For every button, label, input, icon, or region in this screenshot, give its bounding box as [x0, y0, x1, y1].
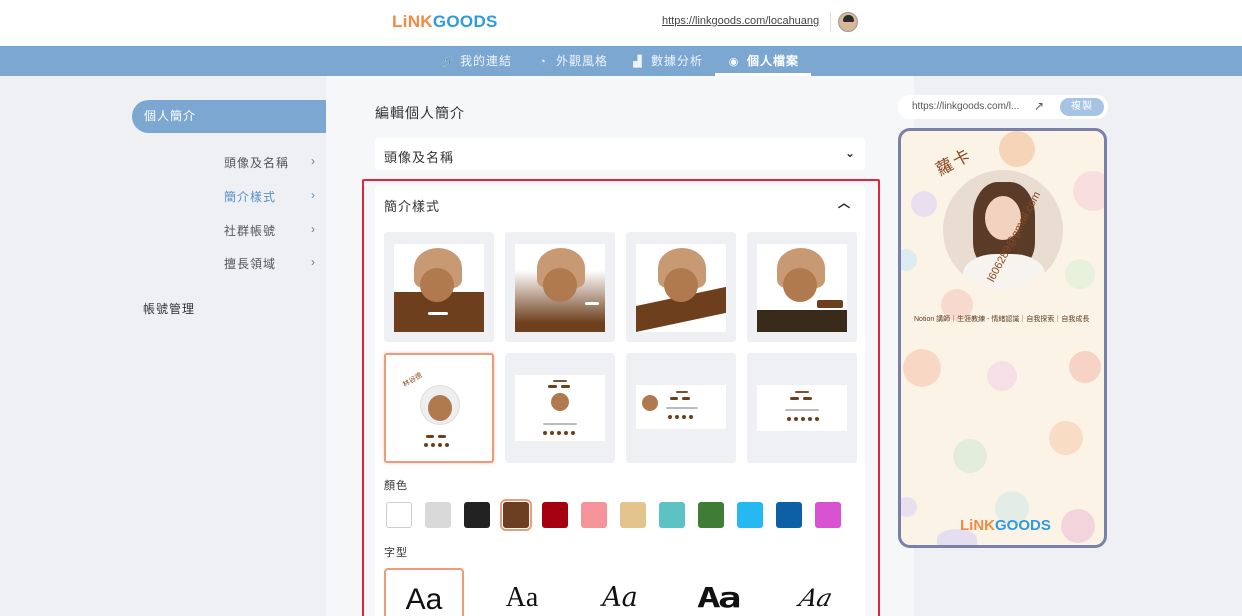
sidebar-item-profile-intro[interactable]: 個人簡介	[132, 100, 342, 133]
accordion-avatar-name[interactable]: 頭像及名稱 ⌄	[375, 138, 865, 170]
color-swatch-white[interactable]	[386, 502, 412, 528]
divider	[830, 12, 831, 32]
template-option-6[interactable]	[505, 353, 615, 463]
decor-dot	[901, 249, 917, 271]
color-swatch-teal[interactable]	[659, 502, 685, 528]
template-option-2[interactable]	[505, 232, 615, 342]
main-nav: 🔗 我的連結 ◔ 外觀風格 ▟ 數據分析 ◉ 個人檔案	[0, 46, 1242, 76]
sidebar-item-intro-style[interactable]: 簡介樣式 ›	[224, 188, 324, 205]
palette-icon: ◔	[539, 56, 547, 68]
chevron-right-icon: ›	[311, 154, 316, 168]
tab-appearance[interactable]: ◔ 外觀風格	[536, 46, 608, 76]
top-header: LiNKGOODS https://linkgoods.com/locahuan…	[0, 0, 1242, 46]
chevron-right-icon: ›	[311, 255, 316, 269]
color-swatch-black[interactable]	[464, 502, 490, 528]
decor-dot	[911, 191, 937, 217]
decor-dot	[999, 131, 1035, 167]
font-option-script[interactable]: Aa	[776, 568, 856, 616]
color-swatch-green[interactable]	[698, 502, 724, 528]
tab-profile[interactable]: ◉ 個人檔案	[727, 46, 799, 76]
link-icon: 🔗	[440, 56, 455, 68]
color-swatch-dark-red[interactable]	[542, 502, 568, 528]
external-link-icon[interactable]: ↗	[1034, 99, 1044, 113]
decor-dot	[953, 439, 987, 473]
color-swatch-light-gray[interactable]	[425, 502, 451, 528]
font-label: 字型	[384, 547, 408, 559]
template-option-3[interactable]	[626, 232, 736, 342]
page-title: 編輯個人簡介	[375, 105, 465, 121]
share-url-text[interactable]: https://linkgoods.com/l...	[912, 101, 1019, 112]
linkgoods-logo[interactable]: LiNKGOODS	[392, 12, 498, 32]
sidebar-item-expertise[interactable]: 擅長領域 ›	[224, 255, 324, 272]
preview-bio: Notion 講師｜生涯教練 - 情緒認識｜自我探索｜自我成長	[914, 316, 1090, 323]
sidebar-item-social-accounts[interactable]: 社群帳號 ›	[224, 222, 324, 239]
decor-dot	[901, 497, 917, 517]
color-swatch-beige[interactable]	[620, 502, 646, 528]
font-option-serif-italic[interactable]: Aa	[580, 568, 660, 616]
decor-dot	[987, 361, 1017, 391]
decor-dot	[1065, 259, 1095, 289]
copy-button[interactable]: 複製	[1060, 98, 1104, 116]
profile-url-link[interactable]: https://linkgoods.com/locahuang	[662, 15, 819, 27]
accordion-title: 頭像及名稱	[384, 150, 455, 165]
preview-logo: LiNKGOODS	[960, 517, 1051, 534]
color-swatch-blue[interactable]	[776, 502, 802, 528]
decor-dot	[903, 349, 941, 387]
panel-title: 簡介樣式	[384, 199, 441, 214]
font-option-serif[interactable]: Aa	[482, 568, 562, 616]
preview-avatar	[943, 170, 1063, 290]
color-label: 顏色	[384, 480, 408, 492]
template-name-label: 林谷德	[401, 372, 424, 389]
font-option-sans[interactable]: Aa	[384, 568, 464, 616]
font-option-display[interactable]: Aa	[678, 568, 758, 616]
color-swatch-sky-blue[interactable]	[737, 502, 763, 528]
decor-dot	[1061, 509, 1095, 543]
template-option-7[interactable]	[626, 353, 736, 463]
color-swatch-brown[interactable]	[500, 499, 532, 531]
tab-analytics[interactable]: ▟ 數據分析	[631, 46, 703, 76]
chevron-right-icon: ›	[311, 222, 316, 236]
chevron-up-icon[interactable]: ︿	[838, 194, 850, 211]
template-option-5[interactable]: 林谷德	[384, 353, 494, 463]
template-option-4[interactable]	[747, 232, 857, 342]
template-option-8[interactable]	[747, 353, 857, 463]
bar-chart-icon: ▟	[633, 56, 643, 68]
decor-dot	[1073, 171, 1104, 211]
chevron-right-icon: ›	[311, 188, 316, 202]
tab-my-links[interactable]: 🔗 我的連結	[440, 46, 512, 76]
sidebar-item-account-management[interactable]: 帳號管理	[143, 300, 195, 317]
chevron-down-icon: ⌄	[844, 146, 855, 160]
user-avatar[interactable]	[838, 12, 858, 32]
decor-dot	[1069, 351, 1101, 383]
color-swatch-magenta[interactable]	[815, 502, 841, 528]
decor-dot	[1049, 421, 1083, 455]
template-option-1[interactable]	[384, 232, 494, 342]
color-swatch-pink[interactable]	[581, 502, 607, 528]
sidebar-item-avatar-name[interactable]: 頭像及名稱 ›	[224, 154, 324, 171]
